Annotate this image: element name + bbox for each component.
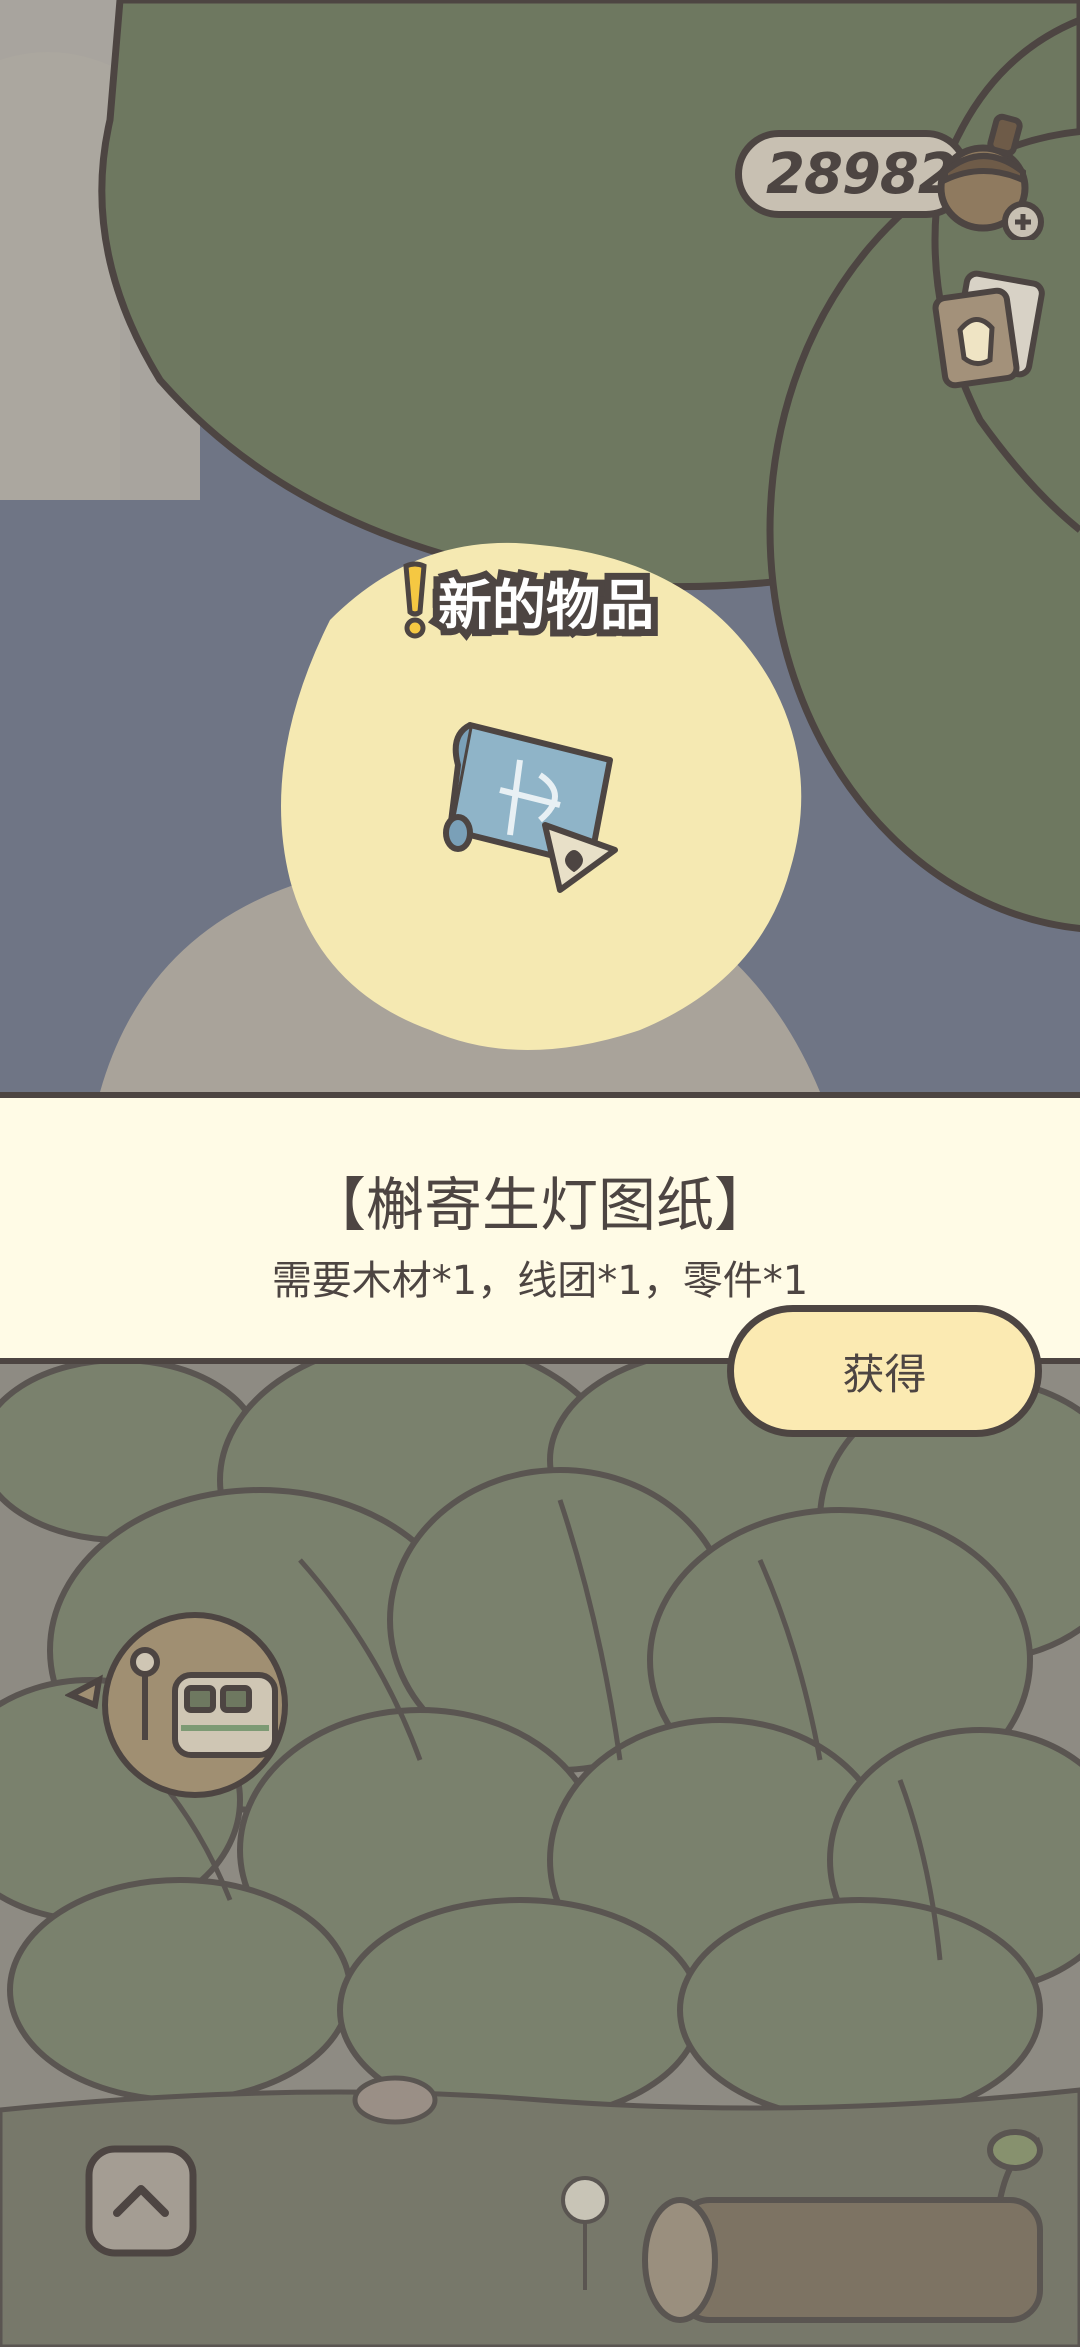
exclamation-icon bbox=[403, 561, 427, 639]
item-requirement: 需要木材*1，线团*1，零件*1 bbox=[271, 1258, 809, 1304]
acorn-icon[interactable] bbox=[935, 110, 1045, 240]
bus-stop-icon[interactable] bbox=[65, 1610, 290, 1805]
cards-icon[interactable] bbox=[930, 270, 1050, 390]
item-title: 【槲寄生灯图纸】 bbox=[307, 1171, 772, 1239]
blueprint-icon[interactable] bbox=[440, 705, 640, 895]
new-item-label: 新的物品 bbox=[431, 567, 661, 644]
get-button[interactable]: 获得 bbox=[727, 1305, 1042, 1437]
new-item-badge: 新的物品 bbox=[400, 560, 661, 644]
chevron-up-icon[interactable] bbox=[85, 2145, 197, 2257]
